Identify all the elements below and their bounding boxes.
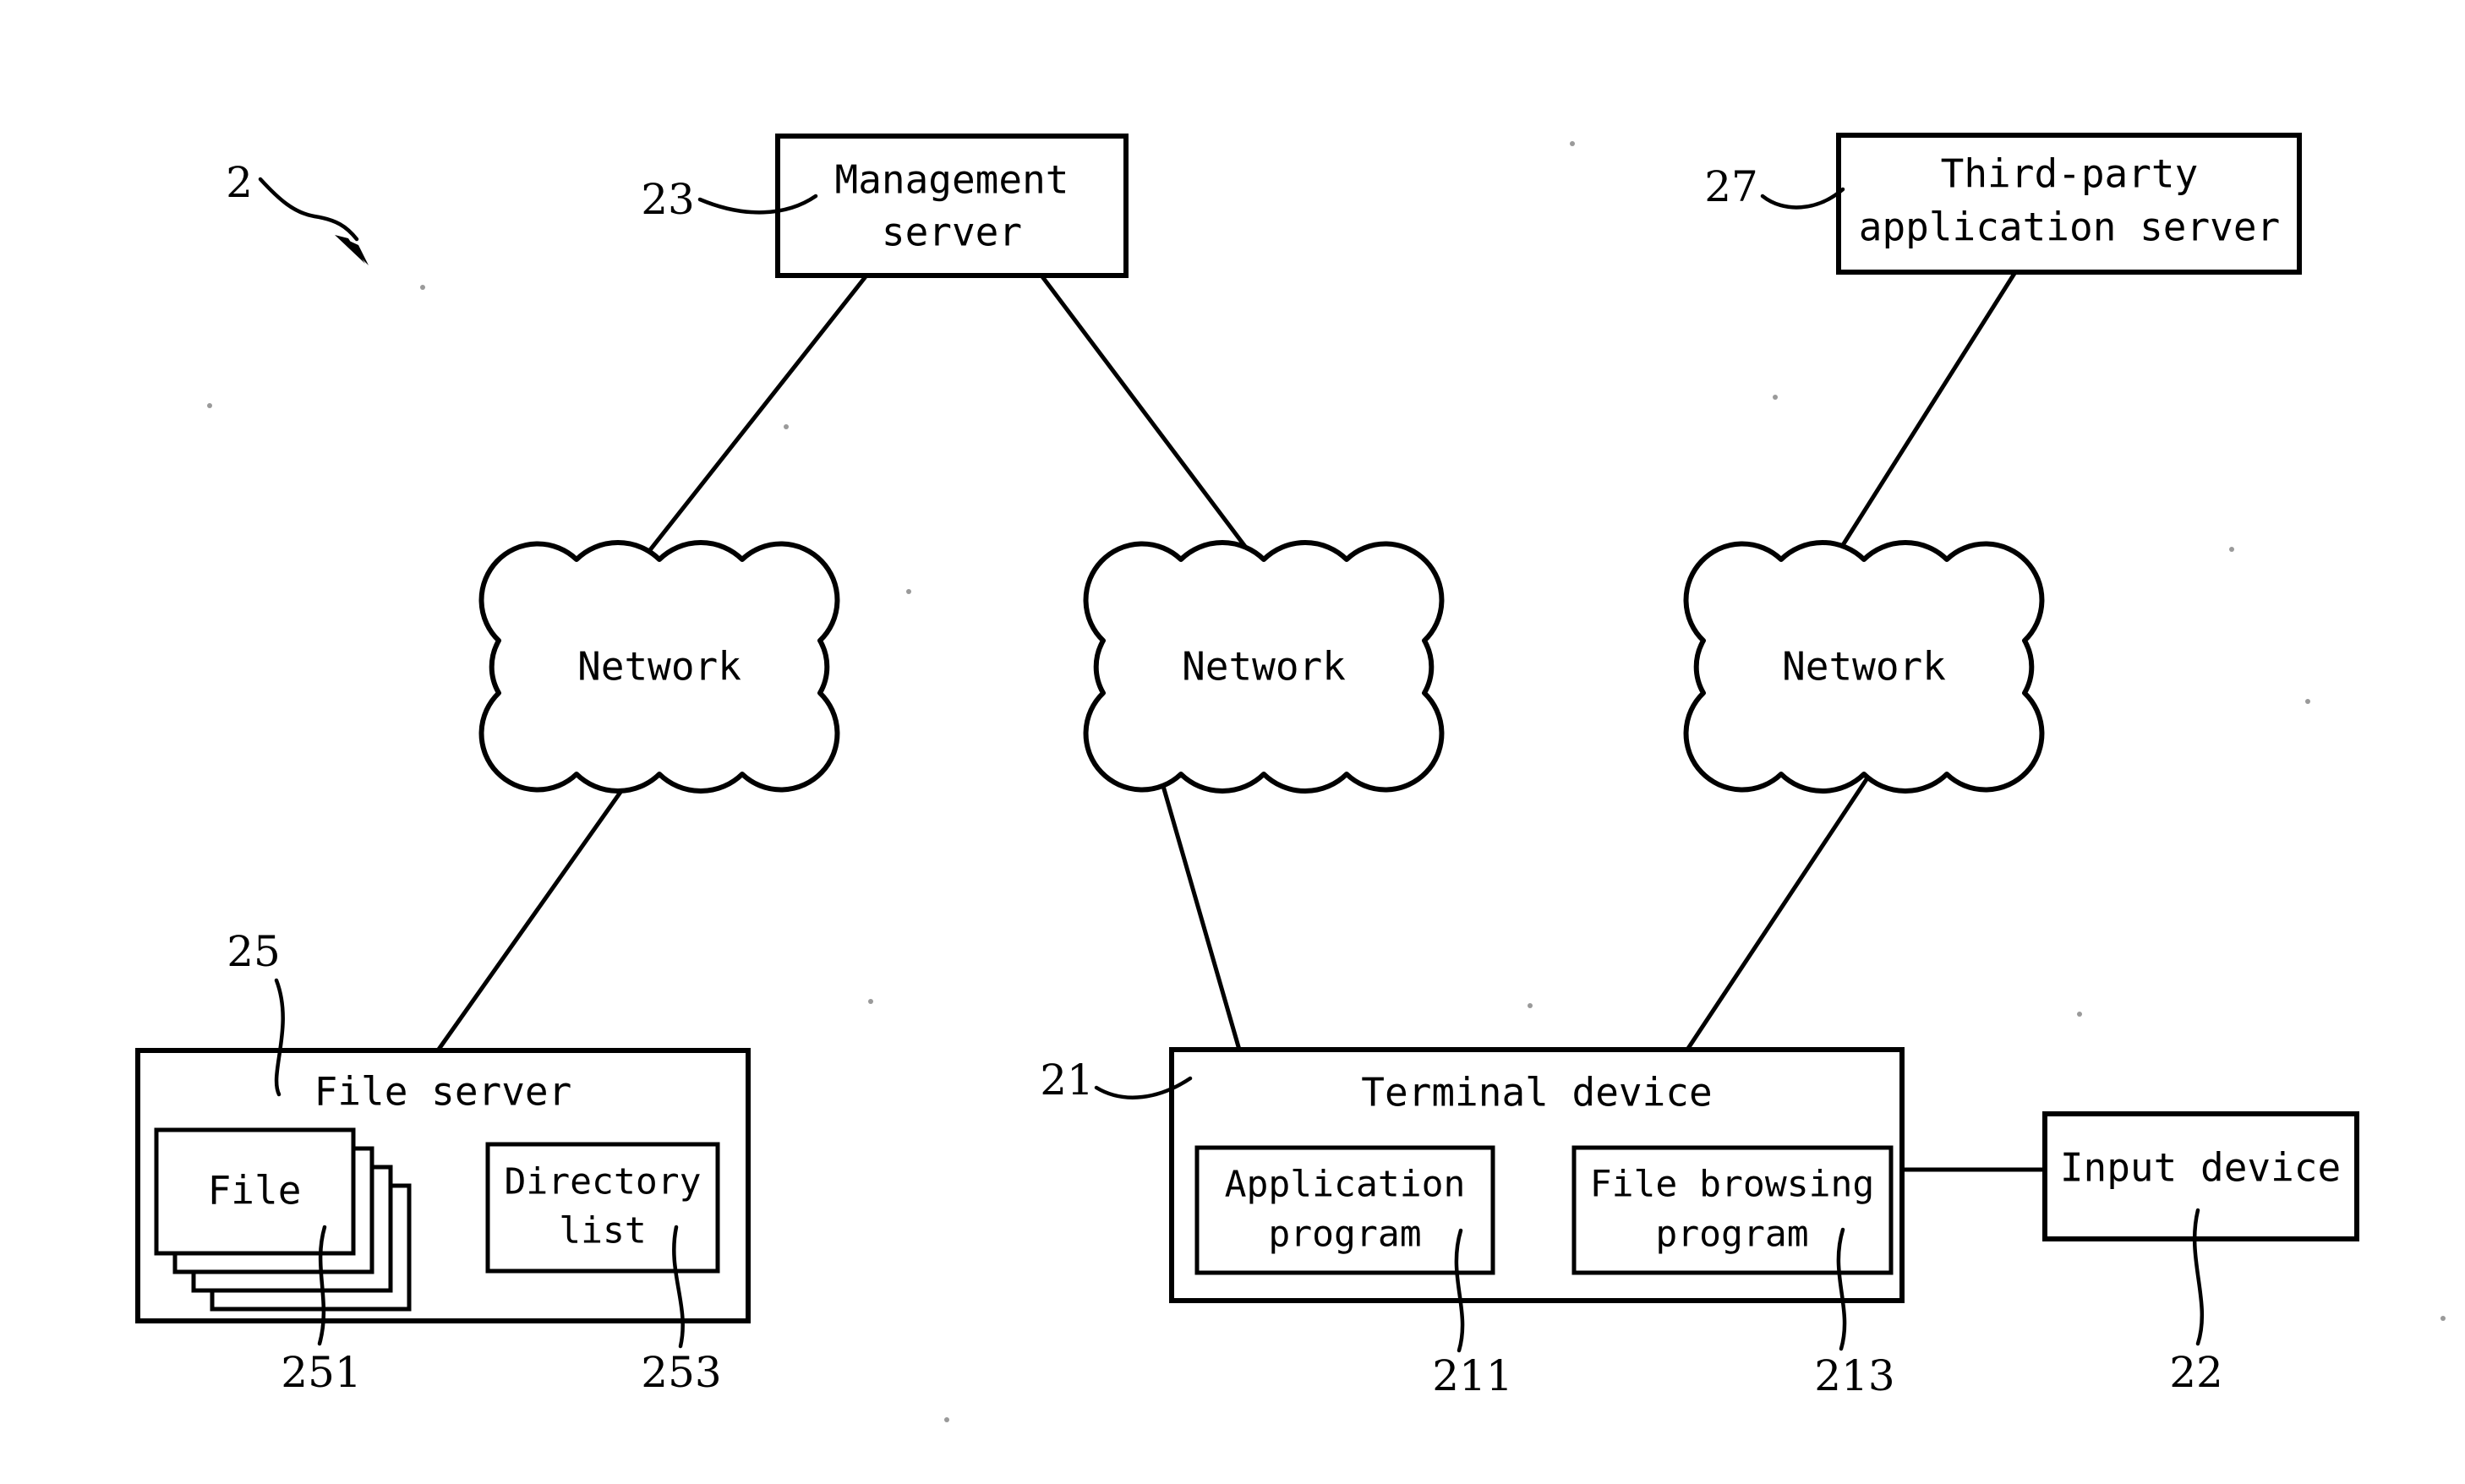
file-server-label: File server: [314, 1069, 572, 1115]
node-application-program[interactable]: Application program: [1194, 1145, 1495, 1275]
link-network-right-to-terminal: [1685, 752, 1886, 1051]
link-thirdparty-to-network-right: [1830, 270, 2018, 563]
network-left-label: Network: [577, 644, 741, 690]
node-network-left[interactable]: Network: [482, 543, 838, 791]
figure-arrow-leader: [258, 177, 359, 242]
directory-list-label-line2: list: [559, 1210, 647, 1252]
node-management-server[interactable]: Management server: [775, 134, 1129, 278]
file-stack-label: File: [208, 1168, 302, 1214]
node-network-right[interactable]: Network: [1686, 543, 2042, 791]
node-file-stack[interactable]: File: [154, 1127, 412, 1312]
figure-arrowhead: [335, 235, 365, 264]
leader-line-27: [1760, 187, 1845, 210]
ref-label-23: 23: [641, 175, 695, 224]
ref-marker-21: 21: [1040, 1056, 1193, 1105]
file-browsing-program-label-line1: File browsing: [1590, 1164, 1875, 1206]
network-right-label: Network: [1782, 644, 1946, 690]
application-program-label-line1: Application: [1225, 1164, 1466, 1206]
application-program-label-line2: program: [1268, 1214, 1421, 1256]
third-party-server-label-line1: Third-party: [1941, 151, 2199, 197]
ref-label-21: 21: [1040, 1056, 1094, 1105]
link-network-left-to-file-server: [435, 752, 650, 1052]
link-network-center-to-terminal: [1151, 753, 1242, 1050]
ref-label-27: 27: [1704, 162, 1758, 211]
input-device-label: Input device: [2060, 1145, 2341, 1191]
figure-number-label: 2: [226, 158, 253, 207]
link-management-to-network-left: [638, 274, 868, 565]
ref-label-251: 251: [281, 1348, 361, 1397]
figure-number-marker: 2: [226, 158, 369, 265]
node-third-party-application-server[interactable]: Third-party application server: [1836, 133, 2302, 275]
node-directory-list[interactable]: Directory list: [485, 1142, 720, 1274]
diagram-canvas: Management server 23 Third-party applica…: [135, 133, 2446, 1422]
management-server-label-line1: Management: [835, 157, 1069, 203]
third-party-server-label-line2: application server: [1859, 205, 2281, 250]
ref-label-213: 213: [1814, 1351, 1894, 1400]
management-server-label-line2: server: [882, 210, 1022, 255]
directory-list-label-line1: Directory: [505, 1161, 702, 1203]
patent-figure: Management server 23 Third-party applica…: [0, 0, 2465, 1484]
node-file-browsing-program[interactable]: File browsing program: [1571, 1145, 1894, 1275]
ref-label-25: 25: [227, 927, 281, 976]
ref-label-211: 211: [1432, 1351, 1512, 1400]
ref-label-22: 22: [2169, 1348, 2223, 1397]
file-browsing-program-label-line2: program: [1655, 1214, 1808, 1256]
ref-marker-27: 27: [1704, 162, 1845, 211]
ref-label-253: 253: [641, 1348, 721, 1397]
node-input-device[interactable]: Input device: [2042, 1111, 2359, 1241]
network-center-label: Network: [1182, 644, 1346, 690]
terminal-device-label: Terminal device: [1361, 1070, 1712, 1116]
node-network-center[interactable]: Network: [1086, 543, 1442, 791]
link-management-to-network-center: [1040, 274, 1263, 570]
